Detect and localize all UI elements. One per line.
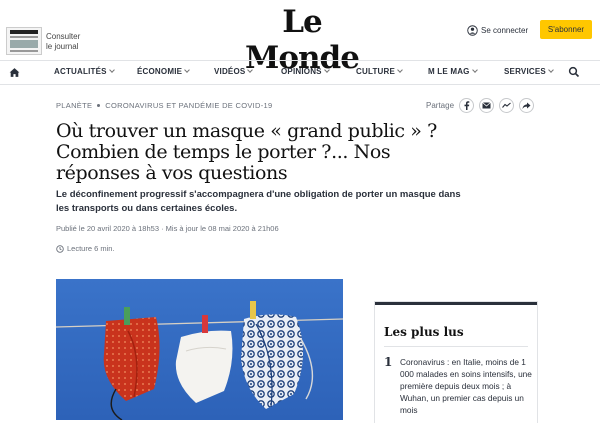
most-read-title: Les plus lus bbox=[384, 325, 464, 339]
chevron-down-icon bbox=[184, 67, 191, 73]
consult-line-2: le journal bbox=[46, 42, 79, 51]
user-icon bbox=[467, 25, 478, 36]
share-label: Partage bbox=[426, 101, 455, 110]
newspaper-thumbnail[interactable] bbox=[6, 27, 42, 55]
messenger-icon bbox=[502, 102, 511, 108]
consult-line-1: Consulter bbox=[46, 32, 81, 41]
chevron-down-icon bbox=[108, 67, 115, 73]
nav-item-opinions[interactable]: OPINIONS bbox=[281, 67, 330, 76]
chevron-down-icon bbox=[247, 67, 254, 73]
more-share-button[interactable] bbox=[519, 98, 534, 113]
breadcrumb-subsection[interactable]: CORONAVIRUS ET PANDÉMIE DE COVID-19 bbox=[105, 101, 272, 110]
mail-icon bbox=[482, 102, 491, 109]
facebook-share-button[interactable] bbox=[459, 98, 474, 113]
most-read-panel: Les plus lus 1 Coronavirus : en Italie, … bbox=[375, 302, 537, 423]
consult-journal-link[interactable]: Consulter le journal bbox=[46, 32, 80, 52]
most-read-link[interactable]: Coronavirus : en Italie, moins de 1 000 … bbox=[400, 356, 532, 416]
nav-item-actualites[interactable]: ACTUALITÉS bbox=[54, 67, 115, 76]
share-icon bbox=[522, 102, 531, 109]
reading-time-label: Lecture 6 min. bbox=[67, 244, 115, 253]
divider bbox=[384, 346, 528, 347]
breadcrumb-separator bbox=[97, 104, 101, 107]
reading-time: Lecture 6 min. bbox=[56, 244, 115, 253]
facebook-icon bbox=[464, 101, 470, 110]
home-icon[interactable] bbox=[8, 66, 21, 79]
site-header: Consulter le journal Le Monde Se connect… bbox=[0, 0, 600, 76]
article-dates: Publié le 20 avril 2020 à 18h53 · Mis à … bbox=[56, 224, 279, 233]
nav-item-m-le-mag[interactable]: M LE MAG bbox=[428, 67, 478, 76]
main-nav: ACTUALITÉS ÉCONOMIE VIDÉOS OPINIONS CULT… bbox=[0, 60, 600, 85]
login-link[interactable]: Se connecter bbox=[467, 25, 528, 36]
most-read-rank: 1 bbox=[384, 355, 393, 369]
article-photo bbox=[56, 279, 343, 420]
messenger-share-button[interactable] bbox=[499, 98, 514, 113]
chevron-down-icon bbox=[548, 67, 554, 73]
nav-item-services[interactable]: SERVICES bbox=[504, 67, 554, 76]
search-icon[interactable] bbox=[568, 66, 580, 78]
chevron-down-icon bbox=[471, 67, 478, 73]
chevron-down-icon bbox=[323, 67, 330, 73]
chevron-down-icon bbox=[397, 67, 403, 73]
article-description: Le déconfinement progressif s'accompagne… bbox=[56, 189, 461, 214]
login-label: Se connecter bbox=[481, 26, 529, 35]
nav-item-economie[interactable]: ÉCONOMIE bbox=[137, 67, 191, 76]
clock-icon bbox=[56, 244, 64, 253]
nav-item-videos[interactable]: VIDÉOS bbox=[214, 67, 254, 76]
email-share-button[interactable] bbox=[479, 98, 494, 113]
article-title: Où trouver un masque « grand public » ? … bbox=[56, 120, 437, 184]
subscribe-button[interactable]: S'abonner bbox=[540, 20, 592, 39]
nav-item-culture[interactable]: CULTURE bbox=[356, 67, 403, 76]
breadcrumb-section[interactable]: PLANÈTE bbox=[56, 101, 92, 110]
breadcrumb: PLANÈTE CORONAVIRUS ET PANDÉMIE DE COVID-… bbox=[56, 101, 272, 110]
